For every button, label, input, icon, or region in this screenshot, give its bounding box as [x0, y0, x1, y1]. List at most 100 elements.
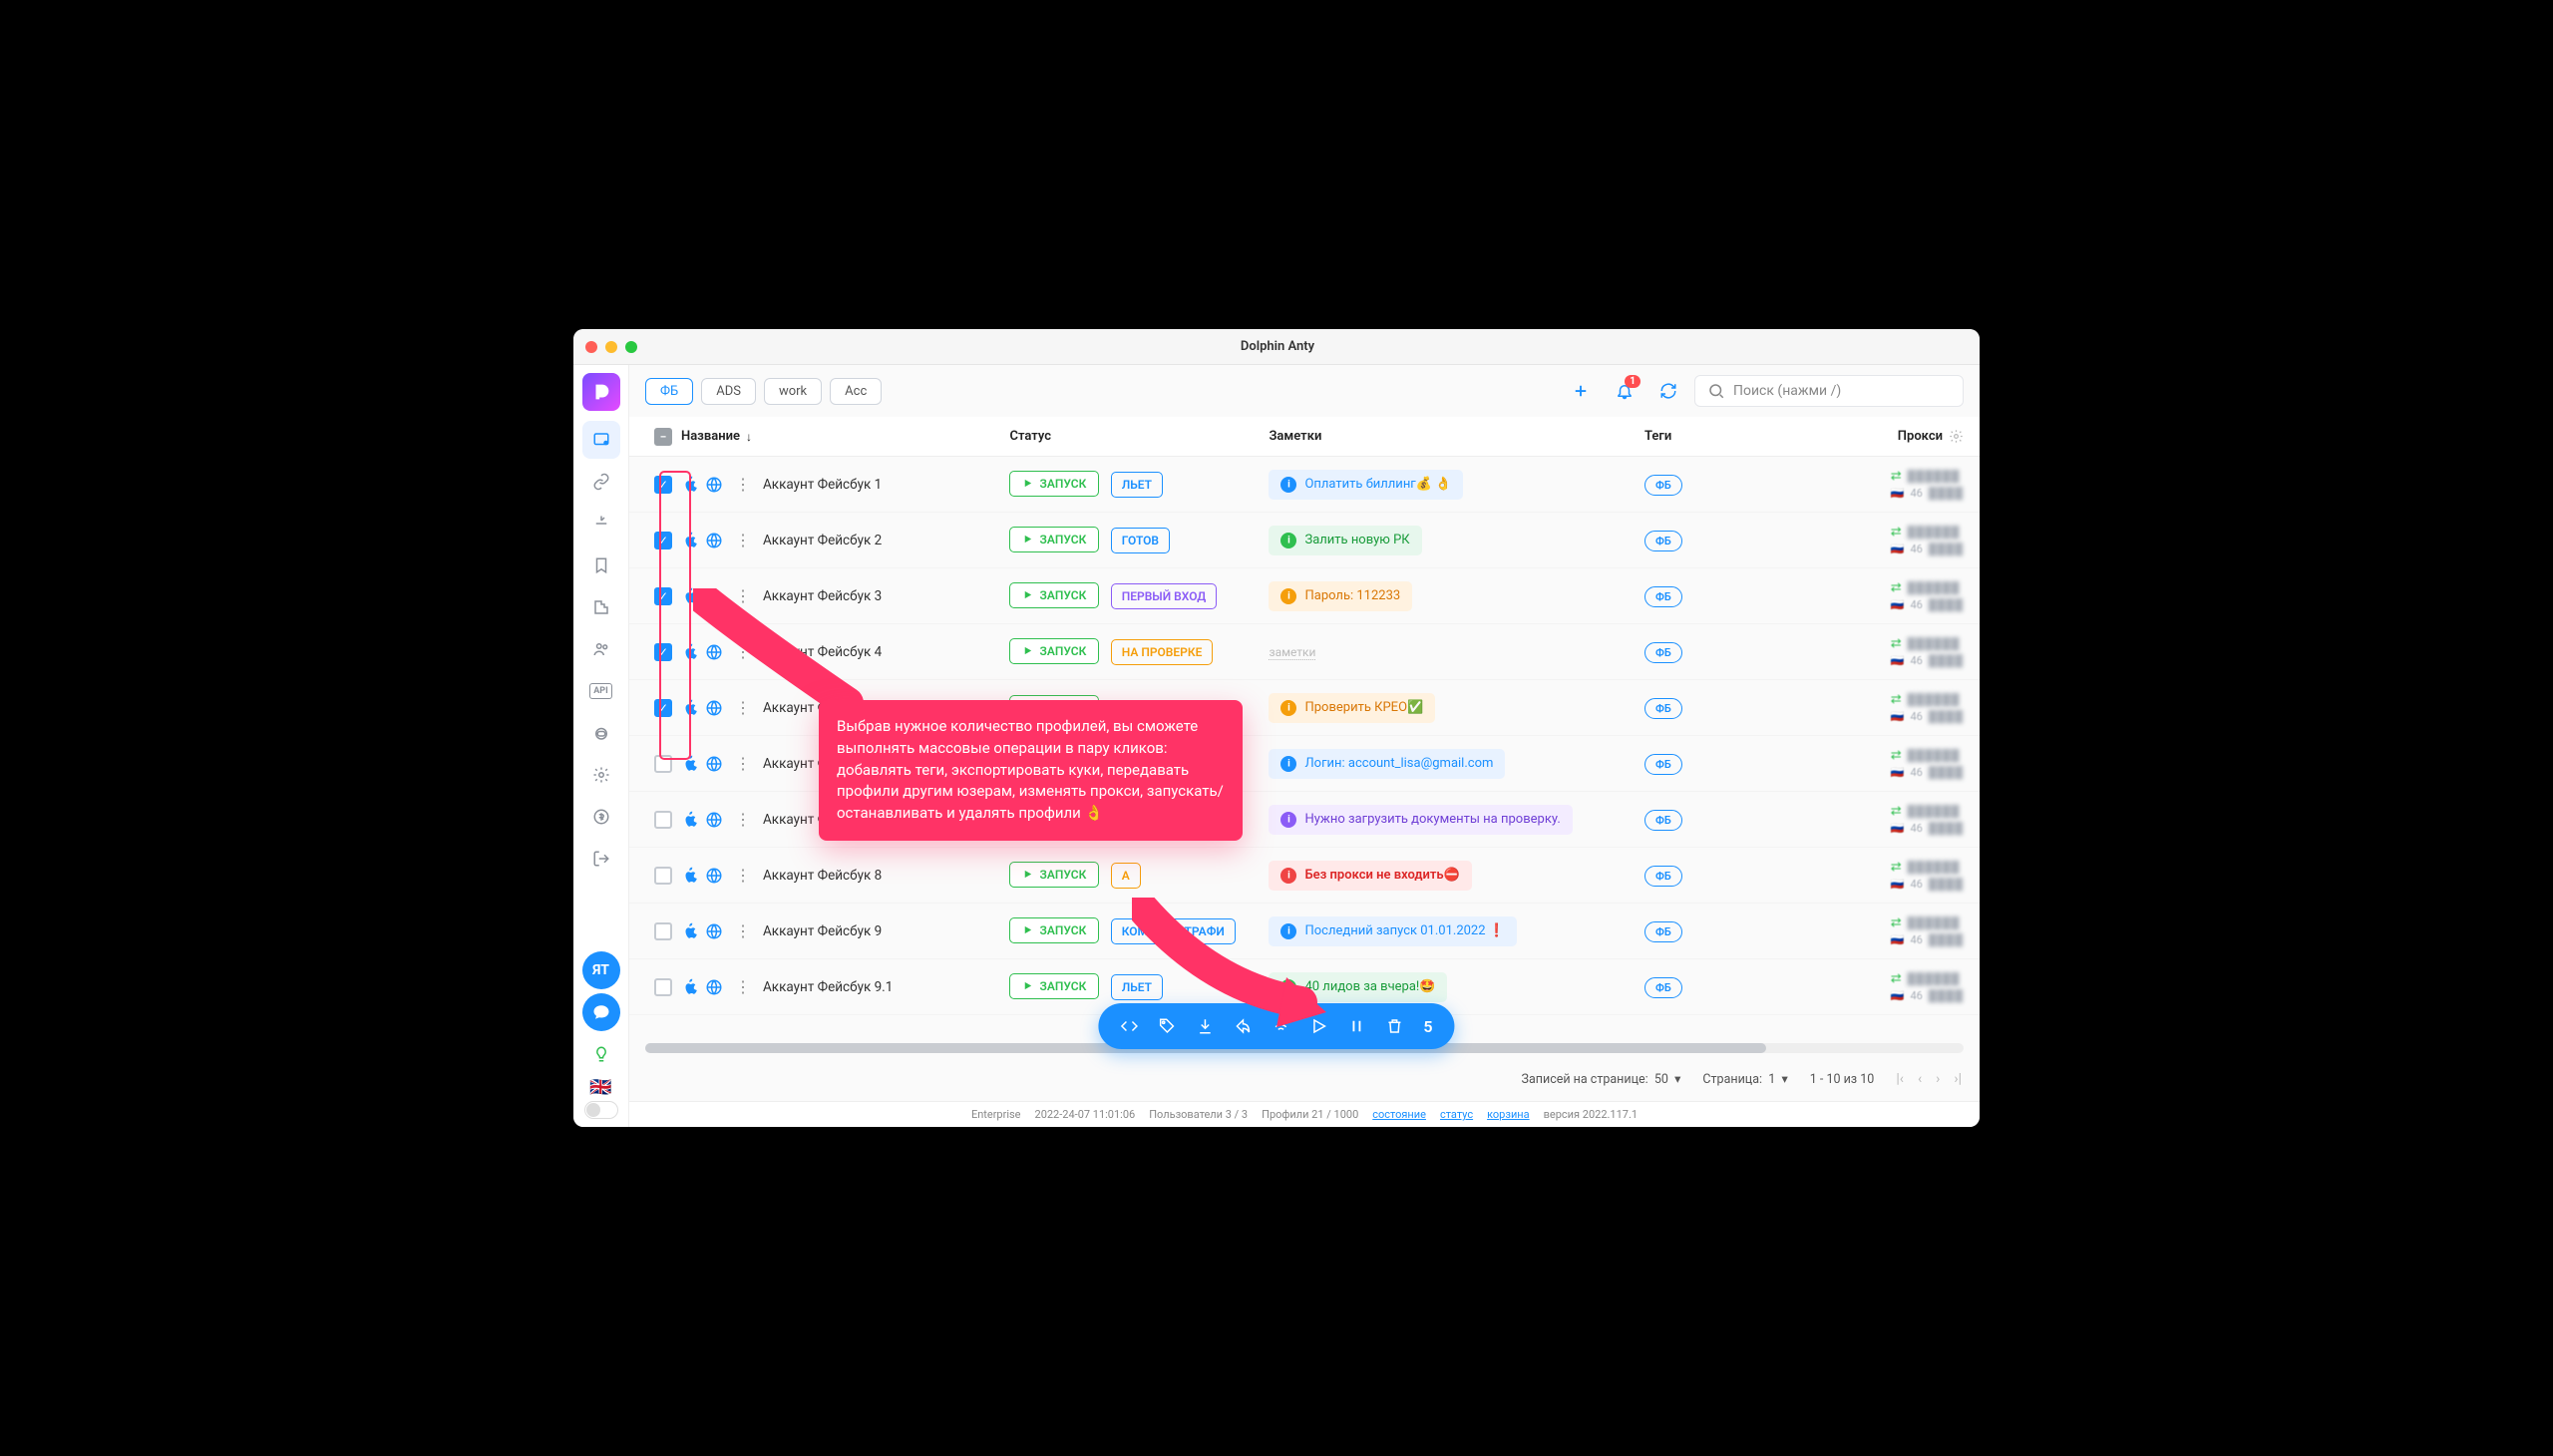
tag-pill[interactable]: ФБ: [1644, 977, 1682, 998]
status-link[interactable]: статус: [1440, 1108, 1473, 1121]
row-checkbox[interactable]: [654, 755, 672, 773]
page-last[interactable]: ›|: [1954, 1071, 1962, 1087]
page-value[interactable]: 1: [1768, 1072, 1775, 1087]
notifications-button[interactable]: 1: [1607, 373, 1642, 409]
sidebar-item-automation[interactable]: [582, 505, 620, 543]
language-flag[interactable]: 🇬🇧: [586, 1077, 616, 1097]
note-pill[interactable]: Проверить КРЕО✅: [1269, 693, 1435, 723]
note-pill[interactable]: Пароль: 112233: [1269, 581, 1412, 611]
row-checkbox[interactable]: ✓: [654, 532, 672, 549]
tag-pill[interactable]: ФБ: [1644, 642, 1682, 663]
window-minimize[interactable]: [605, 341, 617, 353]
profile-name[interactable]: Аккаунт Фейсбук 2: [763, 533, 882, 548]
tag-pill[interactable]: ФБ: [1644, 921, 1682, 942]
proxy-sync-icon[interactable]: ⇄: [1891, 971, 1902, 986]
tag-pill[interactable]: ФБ: [1644, 586, 1682, 607]
row-checkbox[interactable]: [654, 867, 672, 885]
profile-name[interactable]: Аккаунт Фейсбук 9.1: [763, 979, 893, 995]
col-status-label[interactable]: Статус: [1009, 429, 1051, 444]
app-logo[interactable]: [582, 373, 620, 411]
sidebar-item-team[interactable]: [582, 630, 620, 668]
tag-pill[interactable]: ФБ: [1644, 698, 1682, 719]
start-button[interactable]: ЗАПУСК: [1009, 973, 1099, 999]
note-placeholder[interactable]: заметки: [1269, 645, 1315, 660]
proxy-sync-icon[interactable]: ⇄: [1891, 860, 1902, 875]
start-button[interactable]: ЗАПУСК: [1009, 471, 1099, 497]
start-button[interactable]: ЗАПУСК: [1009, 638, 1099, 664]
tag-pill[interactable]: ФБ: [1644, 866, 1682, 887]
row-checkbox[interactable]: ✓: [654, 587, 672, 605]
per-page-value[interactable]: 50: [1654, 1072, 1668, 1087]
start-button[interactable]: ЗАПУСК: [1009, 527, 1099, 552]
note-pill[interactable]: Оплатить биллинг💰 👌: [1269, 470, 1463, 500]
page-next[interactable]: ›: [1936, 1071, 1940, 1087]
filter-chip[interactable]: work: [764, 378, 822, 405]
sidebar-item-browsers[interactable]: [582, 421, 620, 459]
search-input[interactable]: Поиск (нажми /): [1694, 375, 1964, 407]
trash-icon[interactable]: [1385, 1017, 1403, 1035]
sidebar-item-billing[interactable]: [582, 798, 620, 836]
sidebar-item-proxies[interactable]: [582, 463, 620, 501]
proxy-sync-icon[interactable]: ⇄: [1891, 748, 1902, 763]
start-button[interactable]: ЗАПУСК: [1009, 582, 1099, 608]
theme-toggle[interactable]: [584, 1101, 618, 1119]
filter-chip[interactable]: ФБ: [645, 378, 693, 405]
sidebar-item-bot[interactable]: [582, 714, 620, 752]
tag-pill[interactable]: ФБ: [1644, 531, 1682, 551]
start-button[interactable]: ЗАПУСК: [1009, 862, 1099, 888]
row-checkbox[interactable]: ✓: [654, 699, 672, 717]
filter-chip[interactable]: ADS: [701, 378, 756, 405]
tag-pill[interactable]: ФБ: [1644, 475, 1682, 496]
col-proxy-label[interactable]: Прокси: [1898, 429, 1943, 444]
row-menu-button[interactable]: ⋮: [733, 531, 753, 549]
row-checkbox[interactable]: [654, 922, 672, 940]
row-menu-button[interactable]: ⋮: [733, 977, 753, 996]
row-menu-button[interactable]: ⋮: [733, 810, 753, 829]
col-name-label[interactable]: Название: [681, 429, 740, 444]
proxy-sync-icon[interactable]: ⇄: [1891, 525, 1902, 540]
note-pill[interactable]: Нужно загрузить документы на проверку.: [1269, 805, 1572, 835]
proxy-sync-icon[interactable]: ⇄: [1891, 580, 1902, 595]
start-button[interactable]: ЗАПУСК: [1009, 917, 1099, 943]
note-pill[interactable]: Логин: account_lisa@gmail.com: [1269, 749, 1505, 779]
status-pill[interactable]: А: [1111, 863, 1141, 889]
sidebar-item-api[interactable]: API: [582, 672, 620, 710]
col-notes-label[interactable]: Заметки: [1269, 429, 1321, 444]
sidebar-item-settings[interactable]: [582, 756, 620, 794]
proxy-sync-icon[interactable]: ⇄: [1891, 636, 1902, 651]
pause-icon[interactable]: [1347, 1017, 1365, 1035]
proxy-sync-icon[interactable]: ⇄: [1891, 804, 1902, 819]
page-prev[interactable]: ‹: [1918, 1071, 1922, 1087]
filter-chip[interactable]: Acc: [830, 378, 882, 405]
row-checkbox[interactable]: ✓: [654, 476, 672, 494]
status-pill[interactable]: ЛЬЕТ: [1111, 472, 1163, 498]
window-close[interactable]: [585, 341, 597, 353]
proxy-sync-icon[interactable]: ⇄: [1891, 915, 1902, 930]
window-maximize[interactable]: [625, 341, 637, 353]
idea-icon[interactable]: [582, 1035, 620, 1073]
tag-pill[interactable]: ФБ: [1644, 754, 1682, 775]
sync-button[interactable]: [1650, 373, 1686, 409]
status-pill[interactable]: ПЕРВЫЙ ВХОД: [1111, 583, 1218, 609]
col-tags-label[interactable]: Теги: [1644, 429, 1671, 444]
status-pill[interactable]: ГОТОВ: [1111, 528, 1170, 553]
row-checkbox[interactable]: [654, 978, 672, 996]
sidebar-item-bookmarks[interactable]: [582, 546, 620, 584]
sidebar-item-logout[interactable]: [582, 840, 620, 878]
profile-name[interactable]: Аккаунт Фейсбук 1: [763, 477, 882, 493]
gear-icon[interactable]: [1949, 429, 1964, 444]
row-checkbox[interactable]: [654, 811, 672, 829]
row-menu-button[interactable]: ⋮: [733, 475, 753, 494]
row-menu-button[interactable]: ⋮: [733, 866, 753, 885]
proxy-sync-icon[interactable]: ⇄: [1891, 692, 1902, 707]
tag-pill[interactable]: ФБ: [1644, 810, 1682, 831]
proxy-sync-icon[interactable]: ⇄: [1891, 469, 1902, 484]
status-link[interactable]: состояние: [1372, 1108, 1426, 1121]
row-menu-button[interactable]: ⋮: [733, 921, 753, 940]
profile-name[interactable]: Аккаунт Фейсбук 8: [763, 868, 882, 884]
status-pill[interactable]: НА ПРОВЕРКЕ: [1111, 639, 1214, 665]
note-pill[interactable]: Залить новую РК: [1269, 526, 1421, 555]
profile-name[interactable]: Аккаунт Фейсбук 9: [763, 923, 882, 939]
avatar[interactable]: ЯТ: [582, 951, 620, 989]
row-checkbox[interactable]: ✓: [654, 643, 672, 661]
